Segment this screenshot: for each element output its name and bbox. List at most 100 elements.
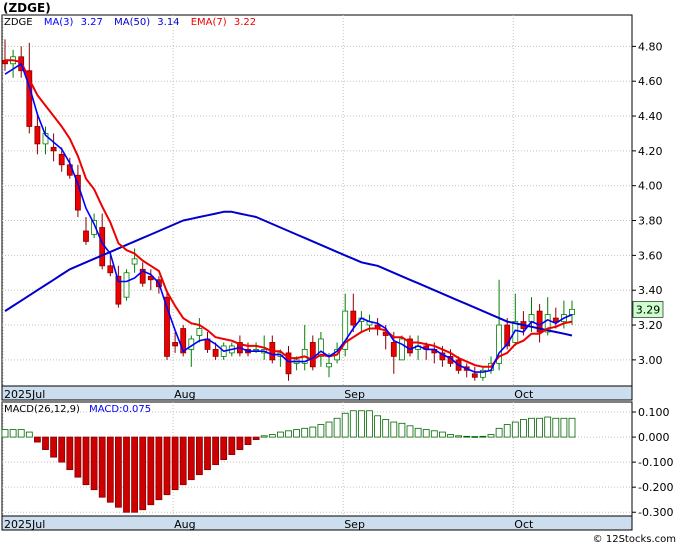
price-tick-label: 4.60 <box>638 75 663 88</box>
candle-body <box>390 342 397 357</box>
legend-ema7-value: 3.22 <box>234 17 256 28</box>
price-tick-label: 4.80 <box>638 40 663 53</box>
legend-ema7: EMA(7) <box>191 17 227 28</box>
macd-bar <box>568 417 576 438</box>
macd-bar <box>333 417 341 438</box>
macd-x-axis-band <box>1 515 633 531</box>
macd-bar <box>147 436 155 506</box>
macd-legend-value: MACD:0.075 <box>89 404 151 415</box>
price-tick-label: 4.00 <box>638 180 663 193</box>
macd-bar <box>520 419 527 438</box>
stock-chart: (ZDGE) 3.00 3.20 3.40 3.60 3.80 4.00 4.20 4.40 4… <box>1 1 676 545</box>
macd-bar <box>66 436 74 471</box>
month-label: Oct <box>514 518 534 531</box>
macd-tick-label: 0.100 <box>638 406 670 419</box>
macd-bar <box>276 431 284 438</box>
macd-bar <box>293 429 301 438</box>
macd-bar <box>260 435 268 438</box>
watermark: © 12Stocks.com <box>593 534 676 545</box>
macd-bar <box>317 424 325 438</box>
legend-ticker: ZDGE <box>4 17 33 28</box>
macd-bar <box>236 436 244 451</box>
candle-body <box>196 328 203 336</box>
macd-bar <box>349 410 357 438</box>
month-label: Oct <box>514 388 534 401</box>
macd-bar <box>187 436 195 481</box>
macd-tick-label: -0.100 <box>638 456 673 469</box>
last-price-badge: 3.29 <box>632 301 664 318</box>
candle-body <box>528 314 535 322</box>
macd-bar <box>479 435 487 438</box>
macd-bar <box>430 430 438 438</box>
month-label: Aug <box>174 388 195 401</box>
macd-bar <box>390 421 398 438</box>
macd-bar <box>414 427 422 438</box>
macd-bar <box>82 436 90 486</box>
legend-ma3: MA(3) <box>44 17 74 28</box>
macd-bar <box>98 436 106 498</box>
macd-bar <box>90 436 98 491</box>
macd-bar <box>34 436 41 443</box>
macd-bar <box>422 429 430 438</box>
macd-bar <box>106 436 114 503</box>
candle-body <box>58 153 65 166</box>
macd-bar <box>195 436 203 476</box>
price-tick-label: 3.20 <box>638 319 663 332</box>
macd-bar <box>131 436 139 513</box>
macd-bar <box>301 427 309 438</box>
macd-bar <box>511 421 519 438</box>
price-tick-label: 3.40 <box>638 284 663 297</box>
candle-body <box>471 373 478 378</box>
macd-bar <box>325 421 333 438</box>
macd-legend: MACD(26,12,9) MACD:0.075 <box>4 404 151 415</box>
macd-bar <box>163 436 171 496</box>
last-price-label: 3.29 <box>636 303 661 316</box>
candle-body <box>552 317 559 322</box>
macd-bar <box>487 434 495 438</box>
macd-bar <box>447 434 454 438</box>
macd-bar <box>212 436 220 466</box>
price-y-axis: 3.00 3.20 3.40 3.60 3.80 4.00 4.20 4.40 4.60 4.80 <box>632 40 663 367</box>
macd-tick-label: -0.200 <box>638 481 673 494</box>
macd-bar <box>58 436 66 463</box>
legend-ma50-value: 3.14 <box>157 17 179 28</box>
macd-bar <box>471 436 479 438</box>
macd-bar <box>17 429 25 438</box>
macd-bar <box>528 417 535 438</box>
price-tick-label: 3.60 <box>638 249 663 262</box>
chart-title: (ZDGE) <box>3 1 51 15</box>
candle-body <box>172 342 179 347</box>
macd-bar <box>357 410 365 438</box>
candle-body <box>83 230 89 242</box>
macd-bar <box>463 435 471 438</box>
macd-bar <box>560 417 568 438</box>
price-x-axis-band <box>1 385 633 401</box>
macd-bar <box>544 416 552 438</box>
macd-bar <box>74 436 82 478</box>
legend-ma3-value: 3.27 <box>81 17 103 28</box>
price-tick-label: 4.40 <box>638 110 663 123</box>
macd-bar <box>382 419 390 438</box>
macd-bar <box>552 417 560 438</box>
price-tick-label: 3.00 <box>638 354 663 367</box>
macd-bar <box>139 436 147 511</box>
macd-bar <box>25 431 33 438</box>
macd-bar <box>179 436 187 486</box>
macd-bar <box>495 427 503 438</box>
macd-y-axis: 0.100 0.000 -0.100 -0.200 -0.300 <box>632 406 673 519</box>
macd-bar <box>155 436 163 501</box>
month-label: 2025Jul <box>4 388 45 401</box>
macd-bar <box>171 436 179 491</box>
macd-bar <box>42 436 49 451</box>
legend-ma50: MA(50) <box>114 17 150 28</box>
month-label: Sep <box>344 388 365 401</box>
macd-bar <box>455 435 463 438</box>
macd-bar <box>438 431 446 438</box>
macd-bar <box>50 436 57 458</box>
macd-bar <box>9 429 17 438</box>
macd-bar <box>123 436 130 513</box>
month-label: Aug <box>174 518 195 531</box>
macd-bar <box>406 425 414 438</box>
candle-body <box>326 362 332 368</box>
macd-bar <box>285 430 292 438</box>
